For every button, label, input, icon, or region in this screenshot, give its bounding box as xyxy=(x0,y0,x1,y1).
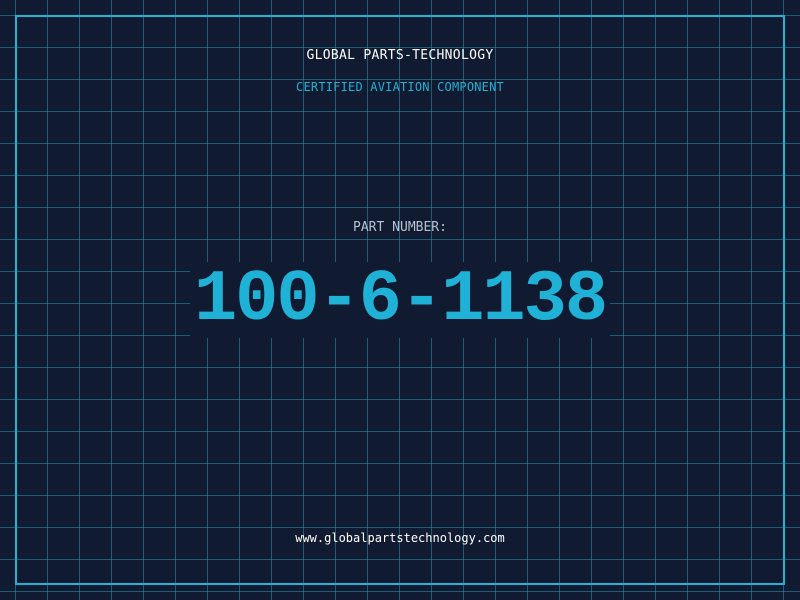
certification-tagline: CERTIFIED AVIATION COMPONENT xyxy=(296,80,504,94)
part-number-value: 100-6-1138 xyxy=(189,262,611,338)
brand-title: GLOBAL PARTS-TECHNOLOGY xyxy=(306,48,494,63)
website-url: www.globalpartstechnology.com xyxy=(295,531,505,545)
label-card: GLOBAL PARTS-TECHNOLOGY CERTIFIED AVIATI… xyxy=(0,0,800,600)
part-number-label: PART NUMBER: xyxy=(353,220,447,235)
part-number-container: 100-6-1138 xyxy=(0,262,800,338)
